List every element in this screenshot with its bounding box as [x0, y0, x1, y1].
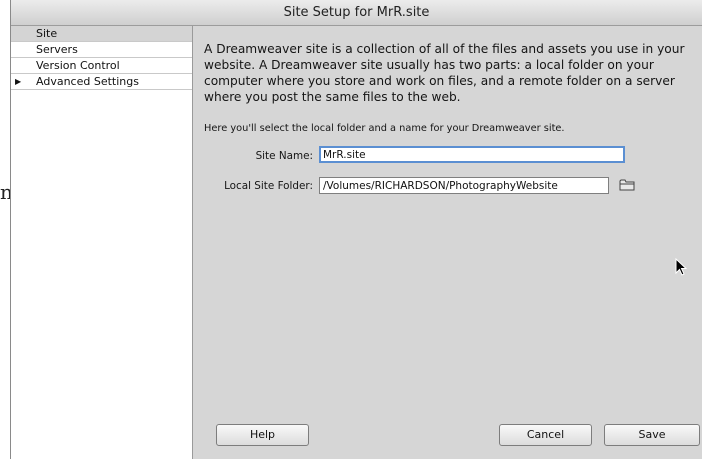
- sidebar-item-advanced-settings[interactable]: ▶ Advanced Settings: [11, 74, 192, 90]
- intro-text: A Dreamweaver site is a collection of al…: [204, 42, 685, 104]
- sidebar-item-site[interactable]: Site: [11, 26, 192, 42]
- site-name-input[interactable]: [319, 146, 625, 163]
- sidebar-item-label: Servers: [36, 43, 78, 56]
- sidebar-item-servers[interactable]: Servers: [11, 42, 192, 58]
- sidebar-item-label: Site: [36, 27, 58, 40]
- disclosure-triangle-icon[interactable]: ▶: [15, 74, 21, 90]
- sidebar-item-label: Version Control: [36, 59, 120, 72]
- site-setup-dialog: Site Setup for MrR.site Site Servers Ver…: [10, 0, 702, 459]
- site-settings-panel: A Dreamweaver site is a collection of al…: [193, 26, 702, 459]
- sidebar-item-label: Advanced Settings: [36, 75, 139, 88]
- category-sidebar: Site Servers Version Control ▶ Advanced …: [11, 26, 193, 459]
- sidebar-item-version-control[interactable]: Version Control: [11, 58, 192, 74]
- site-name-label: Site Name:: [255, 150, 313, 162]
- folder-icon[interactable]: [619, 178, 635, 192]
- dialog-title: Site Setup for MrR.site: [11, 0, 702, 26]
- help-button[interactable]: Help: [216, 424, 309, 446]
- hint-text: Here you'll select the local folder and …: [204, 123, 565, 134]
- mouse-pointer-icon: [675, 258, 688, 276]
- local-site-folder-input[interactable]: [319, 177, 609, 194]
- save-button[interactable]: Save: [604, 424, 700, 446]
- cancel-button[interactable]: Cancel: [499, 424, 592, 446]
- local-site-folder-label: Local Site Folder:: [224, 180, 313, 192]
